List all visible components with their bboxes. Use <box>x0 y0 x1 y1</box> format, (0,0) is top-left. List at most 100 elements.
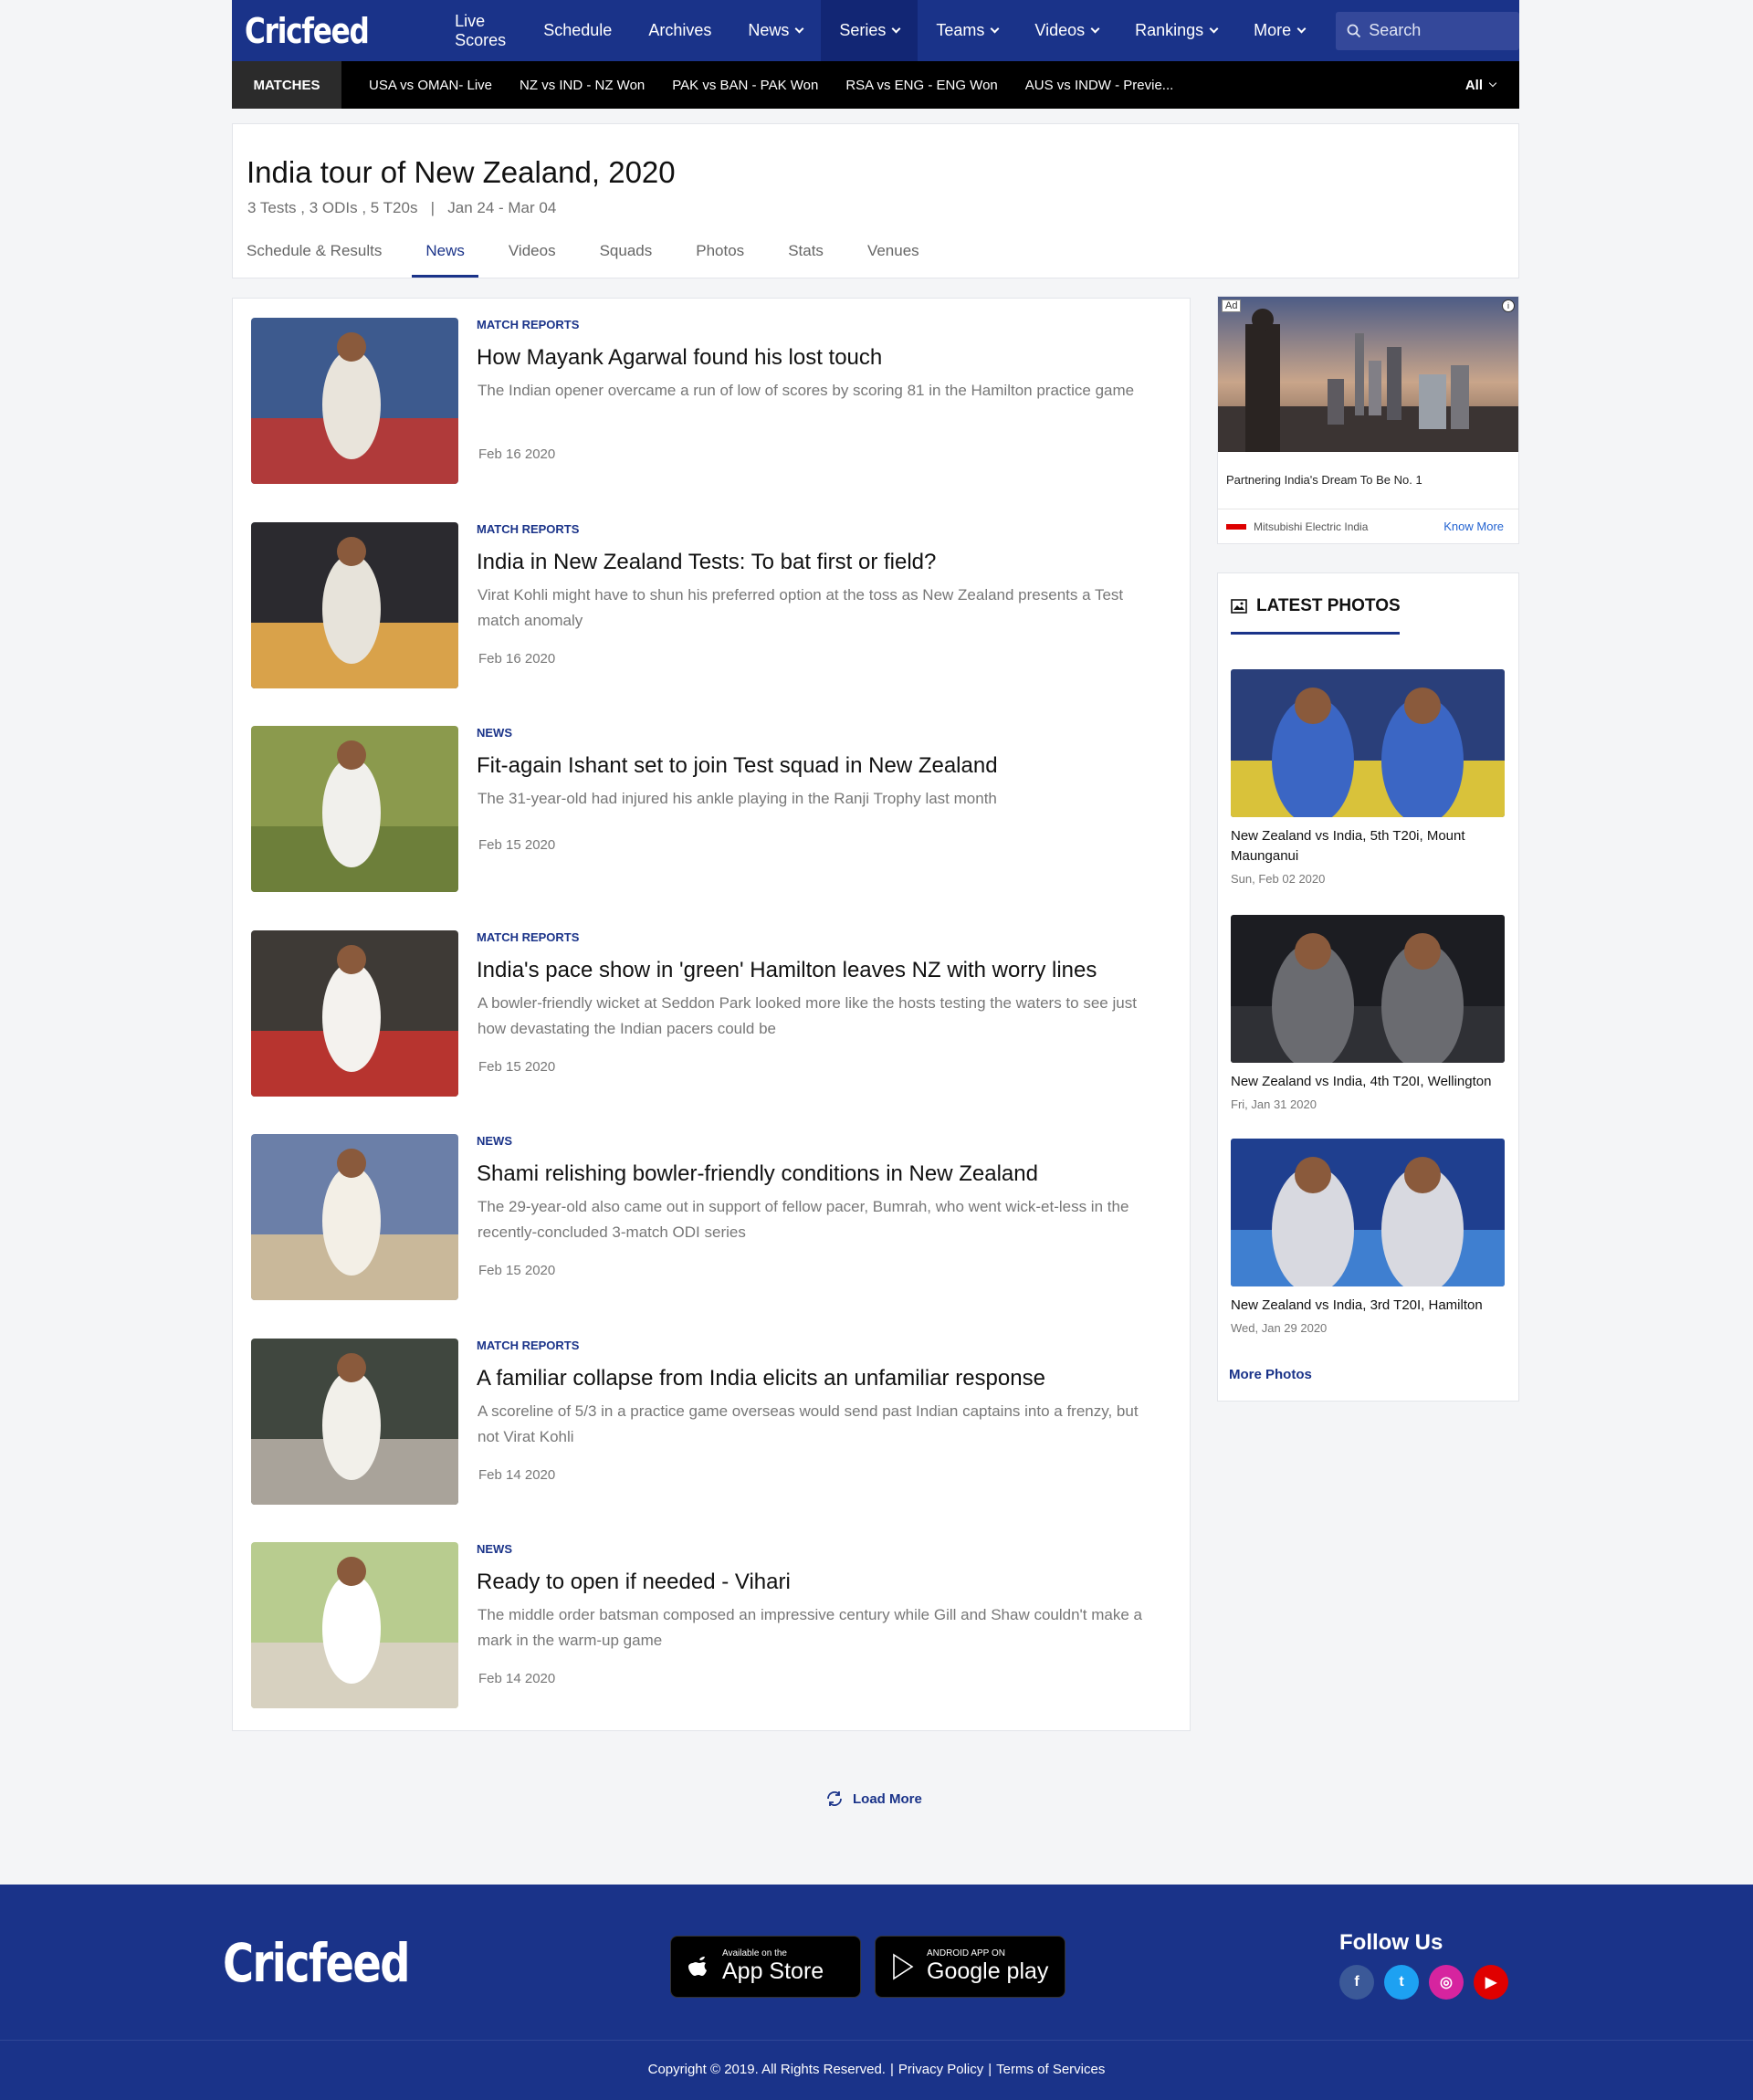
tab-squads[interactable]: Squads <box>586 239 667 278</box>
load-more-button[interactable]: Load More <box>825 1790 922 1807</box>
news-thumbnail[interactable] <box>251 521 458 688</box>
news-category[interactable]: MATCH REPORTS <box>477 930 579 944</box>
info-icon[interactable]: i <box>1502 299 1515 312</box>
news-item[interactable]: MATCH REPORTS How Mayank Agarwal found hi… <box>251 318 1164 487</box>
ad-tagline: Partnering India's Dream To Be No. 1 <box>1226 473 1422 487</box>
nav-item-label: Schedule <box>543 21 613 39</box>
news-title[interactable]: Fit-again Ishant set to join Test squad … <box>477 753 998 779</box>
nav-item-label: Videos <box>1034 21 1086 39</box>
news-category[interactable]: MATCH REPORTS <box>477 1339 579 1352</box>
google-play-small: ANDROID APP ON <box>927 1948 1005 1958</box>
nav-item-label: News <box>748 21 790 39</box>
news-title[interactable]: How Mayank Agarwal found his lost touch <box>477 345 882 371</box>
news-title[interactable]: Ready to open if needed - Vihari <box>477 1570 791 1595</box>
news-title[interactable]: India in New Zealand Tests: To bat first… <box>477 550 936 575</box>
photo-thumbnail[interactable] <box>1231 915 1505 1063</box>
more-photos-link[interactable]: More Photos <box>1229 1367 1312 1382</box>
nav-item-label: Rankings <box>1135 21 1204 39</box>
chevron-down-icon <box>990 24 1000 33</box>
photo-item[interactable]: New Zealand vs India, 3rd T20I, Hamilton… <box>1231 1139 1505 1335</box>
news-item[interactable]: MATCH REPORTS India's pace show in 'green… <box>251 929 1164 1099</box>
twitter-icon[interactable]: t <box>1384 1965 1419 2000</box>
match-list: USA vs OMAN- Live NZ vs IND - NZ Won PAK v… <box>341 78 1173 93</box>
news-description: The 29-year-old also came out in support… <box>478 1198 1129 1241</box>
news-item[interactable]: NEWS Shami relishing bowler-friendly cond… <box>251 1134 1164 1303</box>
news-thumbnail[interactable] <box>251 726 458 892</box>
photo-thumbnail[interactable] <box>1231 1139 1505 1286</box>
match-item[interactable]: AUS vs INDW - Previe... <box>1025 78 1174 93</box>
match-item[interactable]: NZ vs IND - NZ Won <box>520 78 645 93</box>
news-title[interactable]: Shami relishing bowler-friendly conditio… <box>477 1161 1038 1187</box>
tab-venues[interactable]: Venues <box>854 239 933 278</box>
nav-item-archives[interactable]: Archives <box>630 0 730 61</box>
photo-item[interactable]: New Zealand vs India, 5th T20i, Mount Ma… <box>1231 669 1505 886</box>
photo-caption[interactable]: New Zealand vs India, 5th T20i, Mount Ma… <box>1231 826 1505 866</box>
tab-schedule-results[interactable]: Schedule & Results <box>233 239 395 278</box>
nav-item-more[interactable]: More <box>1235 0 1323 61</box>
news-thumbnail[interactable] <box>251 1338 458 1505</box>
facebook-icon[interactable]: f <box>1339 1965 1374 2000</box>
news-item[interactable]: NEWS Fit-again Ishant set to join Test sq… <box>251 726 1164 895</box>
news-item[interactable]: MATCH REPORTS A familiar collapse from In… <box>251 1338 1164 1507</box>
latest-photos-heading: LATEST PHOTOS <box>1231 596 1401 616</box>
news-date: Feb 15 2020 <box>478 1058 556 1075</box>
series-formats: 3 Tests , 3 ODIs , 5 T20s <box>247 199 418 216</box>
news-thumbnail[interactable] <box>251 1542 458 1708</box>
search-input[interactable]: Search <box>1336 11 1519 50</box>
news-date: Feb 14 2020 <box>478 1466 556 1483</box>
terms-link[interactable]: Terms of Services <box>996 2062 1105 2077</box>
google-play-button[interactable]: ANDROID APP ON Google play <box>875 1936 1065 1998</box>
nav-item-series[interactable]: Series <box>821 0 918 61</box>
follow-us-heading: Follow Us <box>1339 1930 1443 1955</box>
instagram-icon[interactable]: ◎ <box>1429 1965 1464 2000</box>
app-store-small: Available on the <box>722 1948 787 1958</box>
youtube-icon[interactable]: ▶ <box>1474 1965 1508 2000</box>
nav-item-label: Series <box>839 21 887 39</box>
tab-stats[interactable]: Stats <box>774 239 837 278</box>
nav-item-label: Live Scores <box>455 11 507 49</box>
match-item[interactable]: PAK vs BAN - PAK Won <box>672 78 818 93</box>
news-thumbnail[interactable] <box>251 1134 458 1300</box>
news-category[interactable]: MATCH REPORTS <box>477 522 579 536</box>
news-category[interactable]: MATCH REPORTS <box>477 318 579 331</box>
app-store-big: App Store <box>722 1958 824 1984</box>
news-thumbnail[interactable] <box>251 318 458 484</box>
news-item[interactable]: MATCH REPORTS India in New Zealand Tests:… <box>251 521 1164 691</box>
ad-banner[interactable]: Ad i Partnering India's Dream To Be No. … <box>1217 296 1519 544</box>
news-category[interactable]: NEWS <box>477 1134 512 1148</box>
news-category[interactable]: NEWS <box>477 1542 512 1556</box>
tab-photos[interactable]: Photos <box>682 239 758 278</box>
footer-logo[interactable]: Cricfeed <box>223 1932 410 1994</box>
news-category[interactable]: NEWS <box>477 726 512 740</box>
nav-item-news[interactable]: News <box>730 0 821 61</box>
news-title[interactable]: A familiar collapse from India elicits a… <box>477 1366 1045 1391</box>
nav-item-teams[interactable]: Teams <box>918 0 1016 61</box>
match-filter-dropdown[interactable]: All <box>1465 78 1497 93</box>
tab-news[interactable]: News <box>412 239 478 278</box>
photo-caption[interactable]: New Zealand vs India, 4th T20I, Wellingt… <box>1231 1072 1505 1092</box>
nav-item-label: More <box>1254 21 1292 39</box>
nav-item-schedule[interactable]: Schedule <box>525 0 630 61</box>
match-item[interactable]: RSA vs ENG - ENG Won <box>845 78 997 93</box>
news-date: Feb 16 2020 <box>478 650 556 667</box>
tab-videos[interactable]: Videos <box>495 239 570 278</box>
photo-caption[interactable]: New Zealand vs India, 3rd T20I, Hamilton <box>1231 1296 1505 1316</box>
news-thumbnail[interactable] <box>251 929 458 1097</box>
privacy-policy-link[interactable]: Privacy Policy <box>898 2062 983 2077</box>
news-title[interactable]: India's pace show in 'green' Hamilton le… <box>477 958 1097 983</box>
app-store-button[interactable]: Available on the App Store <box>670 1936 861 1998</box>
photo-item[interactable]: New Zealand vs India, 4th T20I, Wellingt… <box>1231 915 1505 1111</box>
ad-advertiser-name: Mitsubishi Electric India <box>1254 520 1369 533</box>
brand-logo[interactable]: Cricfeed <box>232 11 400 51</box>
ad-image[interactable] <box>1218 297 1518 452</box>
nav-item-live-scores[interactable]: Live Scores <box>436 0 525 61</box>
ad-cta-link[interactable]: Know More <box>1443 520 1504 533</box>
photo-date: Sun, Feb 02 2020 <box>1231 872 1326 886</box>
nav-item-label: Teams <box>936 21 985 39</box>
nav-item-rankings[interactable]: Rankings <box>1117 0 1235 61</box>
news-item[interactable]: NEWS Ready to open if needed - Vihari The … <box>251 1542 1164 1711</box>
google-play-big: Google play <box>927 1958 1049 1984</box>
match-item[interactable]: USA vs OMAN- Live <box>369 78 492 93</box>
nav-item-videos[interactable]: Videos <box>1016 0 1117 61</box>
photo-thumbnail[interactable] <box>1231 669 1505 817</box>
